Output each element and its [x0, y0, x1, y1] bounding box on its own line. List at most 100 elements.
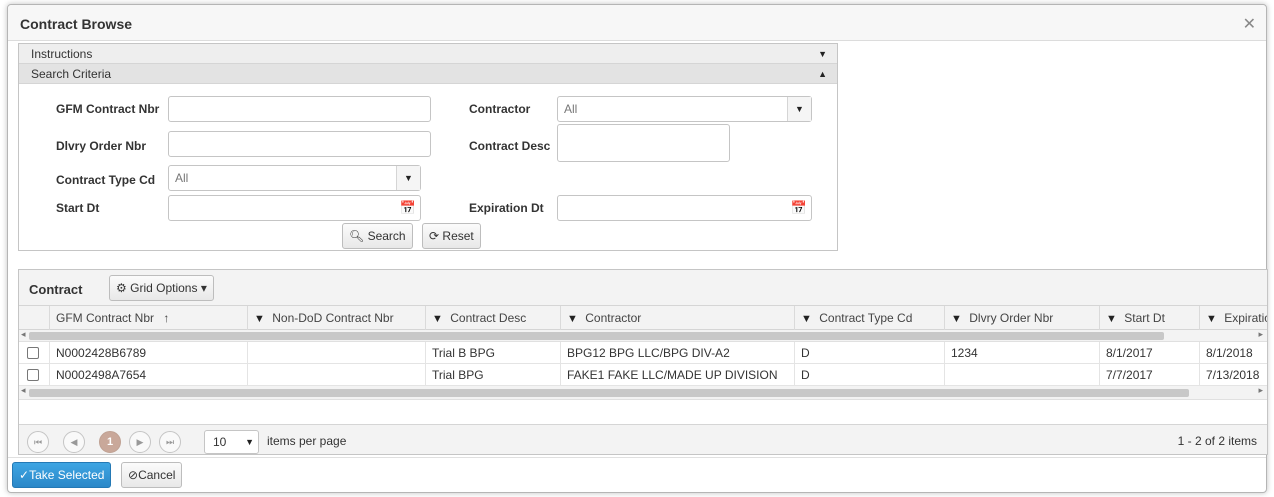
chevron-up-icon: ▲ — [818, 69, 827, 79]
cell-contract-type-cd: D — [794, 342, 944, 364]
search-criteria-label: Search Criteria — [31, 67, 112, 81]
reset-button[interactable]: ⟳ Reset — [422, 223, 481, 249]
contract-desc-textarea[interactable] — [557, 124, 730, 162]
scrollbar-thumb[interactable] — [29, 389, 1189, 397]
cell-gfm-contract-nbr: N0002428B6789 — [49, 342, 247, 364]
filter-icon[interactable]: ▼ — [1206, 313, 1217, 325]
take-selected-button[interactable]: ✓Take Selected — [12, 462, 112, 488]
last-page-icon[interactable]: ⏭ — [159, 431, 181, 453]
column-header-label: Contract Desc — [450, 311, 527, 325]
cell-gfm-contract-nbr: N0002498A7654 — [49, 364, 247, 386]
check-icon: ✓ — [19, 468, 30, 482]
column-header-expiration[interactable]: ▼ Expiration — [1199, 306, 1267, 330]
previous-page-icon[interactable]: ◀ — [63, 431, 85, 453]
cell-non-dod-contract-nbr — [247, 364, 425, 386]
cell-dlvry-order-nbr — [944, 364, 1099, 386]
cell-expiration: 7/13/2018 — [1199, 364, 1267, 386]
search-button[interactable]: 🔍︎ Search — [342, 223, 413, 249]
table-row[interactable]: N0002498A7654 Trial BPG FAKE1 FAKE LLC/M… — [19, 364, 1267, 386]
gear-icon: ⚙ — [116, 281, 127, 295]
cell-contract-desc: Trial BPG — [425, 364, 560, 386]
take-selected-label: Take Selected — [29, 468, 105, 482]
page-size-select[interactable]: 10 ▼ — [204, 430, 259, 454]
column-header-gfm-contract-nbr[interactable]: GFM Contract Nbr ↑ — [49, 306, 247, 330]
search-button-label: Search — [367, 229, 406, 243]
filter-icon[interactable]: ▼ — [951, 313, 962, 325]
contractor-select[interactable]: All ▼ — [557, 96, 812, 122]
row-checkbox[interactable] — [27, 347, 39, 359]
expiration-dt-label: Expiration Dt — [469, 201, 544, 215]
items-per-page-label: items per page — [267, 434, 347, 448]
instructions-bar[interactable]: Instructions ▼ — [19, 44, 837, 64]
scroll-right-icon[interactable]: ▸ — [1258, 329, 1263, 340]
next-page-icon[interactable]: ▶ — [129, 431, 151, 453]
cancel-label: Cancel — [138, 468, 176, 482]
contract-browse-dialog: Contract Browse ✕ Instructions ▼ Search … — [7, 4, 1268, 493]
cell-contractor: FAKE1 FAKE LLC/MADE UP DIVISION — [560, 364, 794, 386]
dlvry-order-nbr-input[interactable] — [168, 131, 431, 157]
calendar-icon[interactable]: 📅 — [787, 196, 811, 220]
dlvry-order-nbr-label: Dlvry Order Nbr — [56, 139, 147, 153]
contract-grid: Contract ⚙ Grid Options ▾ GFM Contract N… — [18, 269, 1268, 455]
cell-start-dt: 7/7/2017 — [1099, 364, 1199, 386]
close-icon[interactable]: ✕ — [1243, 14, 1256, 34]
column-header-contract-type-cd[interactable]: ▼ Contract Type Cd — [794, 306, 944, 330]
column-header-contract-desc[interactable]: ▼ Contract Desc — [425, 306, 560, 330]
dialog-titlebar: Contract Browse ✕ — [8, 5, 1266, 41]
reset-icon: ⟳ — [429, 229, 440, 243]
column-header-label: Contract Type Cd — [819, 311, 913, 325]
contractor-label: Contractor — [469, 102, 531, 116]
contract-type-cd-select[interactable]: All ▼ — [168, 165, 421, 191]
calendar-icon[interactable]: 📅 — [396, 196, 420, 220]
expiration-dt-input[interactable]: 📅 — [557, 195, 812, 221]
scroll-left-icon[interactable]: ◂ — [21, 329, 26, 340]
first-page-icon[interactable]: ⏮ — [27, 431, 49, 453]
filter-icon[interactable]: ▼ — [567, 313, 578, 325]
search-panel: Instructions ▼ Search Criteria ▲ GFM Con… — [18, 43, 838, 251]
start-dt-input[interactable]: 📅 — [168, 195, 421, 221]
horizontal-scrollbar-bottom[interactable]: ◂ ▸ — [19, 385, 1267, 400]
column-header-non-dod-contract-nbr[interactable]: ▼ Non-DoD Contract Nbr — [247, 306, 425, 330]
filter-icon[interactable]: ▼ — [254, 313, 265, 325]
scroll-left-icon[interactable]: ◂ — [21, 385, 26, 396]
cell-expiration: 8/1/2018 — [1199, 342, 1267, 364]
current-page-button[interactable]: 1 — [99, 431, 121, 453]
pager-info: 1 - 2 of 2 items — [1177, 434, 1257, 448]
gfm-contract-nbr-label: GFM Contract Nbr — [56, 102, 160, 116]
column-header-dlvry-order-nbr[interactable]: ▼ Dlvry Order Nbr — [944, 306, 1099, 330]
grid-toolbar: Contract ⚙ Grid Options ▾ — [19, 270, 1267, 306]
scrollbar-thumb[interactable] — [29, 332, 1164, 340]
contract-type-cd-label: Contract Type Cd — [56, 173, 156, 187]
chevron-down-icon: ▼ — [245, 437, 254, 447]
table-row[interactable]: N0002428B6789 Trial B BPG BPG12 BPG LLC/… — [19, 342, 1267, 364]
column-header-start-dt[interactable]: ▼ Start Dt — [1099, 306, 1199, 330]
contractor-value: All — [564, 102, 578, 116]
contract-desc-label: Contract Desc — [469, 139, 551, 153]
gfm-contract-nbr-input[interactable] — [168, 96, 431, 122]
start-dt-label: Start Dt — [56, 201, 100, 215]
grid-options-button[interactable]: ⚙ Grid Options ▾ — [109, 275, 214, 301]
dialog-footer: ✓Take Selected ⊘Cancel — [8, 457, 1266, 493]
column-header-label: GFM Contract Nbr — [56, 311, 155, 325]
search-icon: 🔍︎ — [349, 229, 365, 243]
filter-icon[interactable]: ▼ — [432, 313, 443, 325]
scroll-right-icon[interactable]: ▸ — [1258, 385, 1263, 396]
filter-icon[interactable]: ▼ — [801, 313, 812, 325]
column-header-contractor[interactable]: ▼ Contractor — [560, 306, 794, 330]
row-checkbox[interactable] — [27, 369, 39, 381]
grid-options-label: Grid Options — [130, 281, 198, 295]
cell-dlvry-order-nbr: 1234 — [944, 342, 1099, 364]
cancel-button[interactable]: ⊘Cancel — [121, 462, 183, 488]
chevron-down-icon: ▼ — [787, 97, 811, 121]
chevron-down-icon: ▾ — [200, 281, 207, 295]
column-header-label: Contractor — [585, 311, 642, 325]
reset-button-label: Reset — [442, 229, 474, 243]
chevron-down-icon: ▼ — [396, 166, 420, 190]
filter-icon[interactable]: ▼ — [1106, 313, 1117, 325]
horizontal-scrollbar-top[interactable]: ◂ ▸ — [19, 329, 1267, 342]
search-criteria-bar[interactable]: Search Criteria ▲ — [19, 64, 837, 84]
chevron-down-icon: ▼ — [818, 49, 827, 59]
cell-start-dt: 8/1/2017 — [1099, 342, 1199, 364]
grid-title: Contract — [29, 282, 83, 297]
cell-contract-desc: Trial B BPG — [425, 342, 560, 364]
